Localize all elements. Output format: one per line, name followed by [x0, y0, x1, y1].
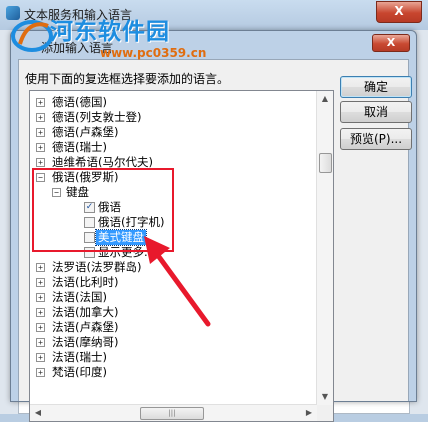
dialog-title: 添加输入语言 [41, 41, 114, 55]
app-icon [6, 6, 20, 20]
expand-icon[interactable]: + [36, 323, 45, 332]
language-label: 梵语(印度) [52, 365, 107, 379]
expand-icon[interactable]: + [36, 98, 45, 107]
language-label: 法语(加拿大) [52, 305, 119, 319]
language-label: 法语(卢森堡) [52, 320, 119, 334]
language-label: 德语(列支敦士登) [52, 110, 142, 124]
tree-row[interactable]: + 德语(德国) [30, 95, 320, 110]
language-label: 德语(瑞士) [52, 140, 107, 154]
expand-icon[interactable]: + [36, 308, 45, 317]
scroll-right-icon[interactable]: ▶ [301, 405, 317, 421]
language-label: 法语(法国) [52, 290, 107, 304]
tree-row[interactable]: + 法语(摩纳哥) [30, 335, 320, 350]
scroll-up-icon[interactable]: ▲ [317, 91, 333, 107]
language-label: 法语(比利时) [52, 275, 119, 289]
scroll-left-icon[interactable]: ◀ [30, 405, 46, 421]
vertical-scrollbar[interactable]: ▲ ▼ [316, 91, 333, 405]
expand-icon[interactable]: + [36, 278, 45, 287]
dialog-close-button[interactable]: X [372, 34, 410, 52]
tree-row[interactable]: + 德语(列支敦士登) [30, 110, 320, 125]
expand-icon[interactable]: + [36, 368, 45, 377]
background-window-title: 文本服务和输入语言 [24, 8, 133, 22]
expand-icon[interactable]: + [36, 143, 45, 152]
instruction-text: 使用下面的复选框选择要添加的语言。 [25, 72, 230, 86]
expand-icon[interactable]: + [36, 353, 45, 362]
expand-icon[interactable]: + [36, 338, 45, 347]
cancel-button[interactable]: 取消 [340, 101, 412, 123]
expand-icon[interactable]: + [36, 128, 45, 137]
scroll-down-icon[interactable]: ▼ [317, 389, 333, 405]
tree-row[interactable]: + 法语(瑞士) [30, 350, 320, 365]
scroll-corner [317, 405, 333, 421]
language-label: 德语(卢森堡) [52, 125, 119, 139]
tree-row[interactable]: + 梵语(印度) [30, 365, 320, 380]
language-label: 法语(摩纳哥) [52, 335, 119, 349]
tree-row[interactable]: + 德语(卢森堡) [30, 125, 320, 140]
tree-row[interactable]: + 德语(瑞士) [30, 140, 320, 155]
scroll-thumb[interactable] [319, 153, 332, 173]
language-label: 德语(德国) [52, 95, 107, 109]
horizontal-scrollbar[interactable]: ◀ ||| ▶ [30, 404, 317, 421]
annotation-arrow-icon [144, 236, 211, 327]
expand-icon[interactable]: + [36, 113, 45, 122]
expand-icon[interactable]: + [36, 263, 45, 272]
preview-button[interactable]: 预览(P)... [340, 128, 412, 150]
expand-icon[interactable]: + [36, 293, 45, 302]
language-label: 法语(瑞士) [52, 350, 107, 364]
language-label: 法罗语(法罗群岛) [52, 260, 142, 274]
expand-icon[interactable]: + [36, 158, 45, 167]
ok-button[interactable]: 确定 [340, 76, 412, 98]
background-close-button[interactable]: X [376, 1, 422, 23]
